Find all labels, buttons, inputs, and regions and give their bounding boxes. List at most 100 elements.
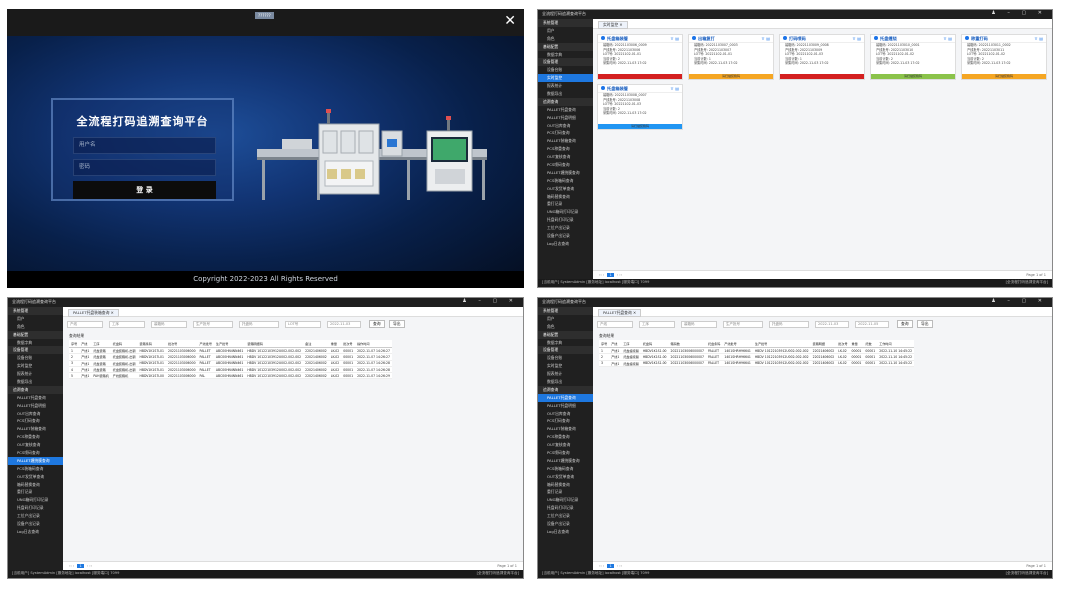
sidebar-item[interactable]: 报表统计 <box>538 82 593 90</box>
lot-filter[interactable]: LOT号 <box>285 321 321 328</box>
sidebar-item[interactable]: PALLET托盘查询 <box>538 393 593 402</box>
export-button[interactable]: 导出 <box>917 320 933 328</box>
sidebar-item[interactable]: PALLET托盘明细 <box>538 114 593 122</box>
window-controls[interactable]: ♟ – ▢ ✕ <box>991 10 1047 16</box>
sidebar-item[interactable]: PCS装箱码查询 <box>8 465 63 473</box>
sidebar-item[interactable]: UNG箱码打印记录 <box>8 496 63 504</box>
sidebar-item[interactable]: 追溯查询 <box>538 97 593 106</box>
sidebar-item[interactable]: 报表统计 <box>8 370 63 378</box>
username-input[interactable]: 用户名 <box>73 137 216 154</box>
column-header[interactable]: 产线批号 <box>722 340 753 348</box>
sidebar-item[interactable]: 角色 <box>538 323 593 331</box>
pager-nav[interactable]: ‹‹ ‹ 1 › ›› <box>599 273 622 277</box>
column-header[interactable]: 重量 <box>849 340 864 348</box>
sidebar-item[interactable]: 实时监控 <box>8 362 63 370</box>
pallet-filter[interactable]: 托盘码 <box>769 321 809 328</box>
sidebar-item[interactable]: 设备产出记录 <box>538 520 593 528</box>
tab-query2[interactable]: PALLET托盘查询 ✕ <box>598 309 642 317</box>
pager-current[interactable]: 1 <box>607 564 614 568</box>
column-header[interactable]: 批次号 <box>836 340 850 348</box>
sidebar-item[interactable]: 数据导出 <box>538 90 593 98</box>
sidebar-item[interactable]: OUT发货单查询 <box>538 185 593 193</box>
sidebar-item[interactable]: PCS喷码查询 <box>538 161 593 169</box>
sidebar-item[interactable]: 设备台账 <box>8 354 63 362</box>
sidebar-item[interactable]: 角色 <box>538 35 593 43</box>
sidebar-item[interactable]: 数据字典 <box>538 51 593 59</box>
column-header[interactable]: 工序 <box>621 340 641 348</box>
end-date-filter[interactable]: 2022-11-05 <box>855 321 889 328</box>
column-header[interactable]: 产线批号 <box>197 340 214 348</box>
sidebar-item[interactable]: OUT发货单查询 <box>8 473 63 481</box>
sidebar-item[interactable]: 箱码替换查询 <box>538 481 593 489</box>
sidebar-item[interactable]: 数据字典 <box>538 339 593 347</box>
sidebar-item[interactable]: PCS称重查询 <box>538 433 593 441</box>
start-date-filter[interactable]: 2022-11-03 <box>815 321 849 328</box>
sidebar-item[interactable]: PALLET缠绕膜查询 <box>538 457 593 465</box>
column-header[interactable]: 装箱明细码 <box>245 340 304 348</box>
sidebar-item[interactable]: 箱码替换查询 <box>8 481 63 489</box>
sidebar-item[interactable]: PALLET托盘明细 <box>8 402 63 410</box>
column-header[interactable]: 托盘条码 <box>706 340 723 348</box>
sidebar-item[interactable]: 系统管理 <box>538 307 593 315</box>
sidebar-item[interactable]: PALLET装箱查询 <box>8 425 63 433</box>
tab-monitor[interactable]: 实时监控 ✕ <box>598 21 628 29</box>
login-button[interactable]: 登 录 <box>73 181 216 199</box>
sidebar-item[interactable]: UNG箱码打印记录 <box>538 208 593 216</box>
sidebar-item[interactable]: 基础配置 <box>538 42 593 51</box>
sidebar-item[interactable]: 托盘码打印记录 <box>538 504 593 512</box>
pallet-filter[interactable]: 托盘码 <box>239 321 279 328</box>
sidebar-item[interactable]: 基础配置 <box>538 330 593 339</box>
sidebar-item[interactable]: 设备管理 <box>538 346 593 355</box>
sidebar-item[interactable]: PCS装箱码查询 <box>538 465 593 473</box>
sidebar-item[interactable]: PCS称重查询 <box>538 145 593 153</box>
export-button[interactable]: 导出 <box>389 320 405 328</box>
column-header[interactable]: 序号 <box>599 340 610 348</box>
sidebar-item[interactable]: PCS喷码查询 <box>8 449 63 457</box>
sidebar-item[interactable]: PALLET装箱查询 <box>538 425 593 433</box>
sidebar-item[interactable]: PALLET装箱查询 <box>538 137 593 145</box>
sidebar-item[interactable]: PALLET缠绕膜查询 <box>538 169 593 177</box>
column-header[interactable]: 批次号 <box>341 340 356 348</box>
sidebar-item[interactable]: PALLET托盘查询 <box>538 106 593 114</box>
column-header[interactable]: 序号 <box>69 340 80 348</box>
sidebar-item[interactable]: OUT出库查询 <box>538 122 593 130</box>
table-row[interactable]: 3 产线1 托盘缠绕膜 HBDV1K1S1.00 20221103006000007 PA… <box>599 360 915 367</box>
sidebar-item[interactable]: 用户 <box>538 315 593 323</box>
tab-query1[interactable]: PALLET托盘装箱查询 ✕ <box>68 309 119 317</box>
window-controls[interactable]: ♟ – ▢ ✕ <box>991 298 1047 304</box>
sidebar-item[interactable]: 角色 <box>8 323 63 331</box>
sidebar-item[interactable]: PCS喷码查询 <box>538 449 593 457</box>
sidebar-item[interactable]: 报表统计 <box>538 370 593 378</box>
sidebar-item[interactable]: 追溯查询 <box>8 385 63 394</box>
sidebar-item[interactable]: 托盘码打印记录 <box>8 504 63 512</box>
sidebar-item[interactable]: OUT出库查询 <box>538 410 593 418</box>
sidebar-item[interactable]: 托盘码打印记录 <box>538 216 593 224</box>
column-header[interactable]: 装箱明细 <box>810 340 837 348</box>
table-row[interactable]: 5 产线1 PAH装箱机 产线装箱机 HBDV1K1S7L00 2022110300600… <box>69 372 392 380</box>
search-button[interactable]: 查询 <box>897 320 913 328</box>
sidebar-item[interactable]: OUT发货单查询 <box>538 473 593 481</box>
sidebar-item[interactable]: PALLET托盘查询 <box>8 394 63 402</box>
sidebar-item[interactable]: 重打记录 <box>538 488 593 496</box>
batch-filter[interactable]: 生产批号 <box>193 321 233 328</box>
column-header[interactable]: 托盘码 <box>640 340 669 348</box>
sidebar-item[interactable]: 设备管理 <box>538 58 593 67</box>
column-header[interactable]: 托数 <box>863 340 878 348</box>
line-filter[interactable]: 产线 <box>597 321 633 328</box>
sidebar-item[interactable]: Log日志查询 <box>8 528 63 536</box>
column-header[interactable]: 托盘码 <box>110 340 138 348</box>
sidebar-item[interactable]: 实时监控 <box>538 74 593 83</box>
sidebar-item[interactable]: OUT复核查询 <box>8 441 63 449</box>
search-button[interactable]: 查询 <box>369 320 385 328</box>
pager-nav[interactable]: ‹‹ ‹ 1 › ›› <box>69 564 92 568</box>
sidebar-item[interactable]: 实时监控 <box>538 362 593 370</box>
sidebar-item[interactable]: 系统管理 <box>538 19 593 27</box>
sidebar-item[interactable]: 箱码替换查询 <box>538 193 593 201</box>
sidebar-item[interactable]: 设备管理 <box>8 346 63 355</box>
column-header[interactable]: 装箱条码 <box>137 340 166 348</box>
sidebar-item[interactable]: Log日志查询 <box>538 240 593 248</box>
process-filter[interactable]: 工序 <box>639 321 675 328</box>
sidebar-item[interactable]: 设备产出记录 <box>8 520 63 528</box>
sidebar-item[interactable]: 系统管理 <box>8 307 63 315</box>
column-header[interactable]: 工作时间 <box>877 340 915 348</box>
